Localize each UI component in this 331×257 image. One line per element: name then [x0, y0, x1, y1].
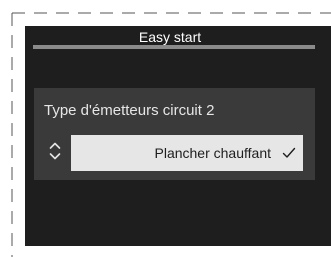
title-underline — [33, 45, 315, 49]
setting-panel: Type d'émetteurs circuit 2 Plancher chau… — [34, 88, 315, 180]
setting-label: Type d'émetteurs circuit 2 — [44, 102, 215, 119]
up-down-arrows-icon[interactable] — [49, 141, 61, 161]
screen-title: Easy start — [138, 29, 202, 45]
value-selector[interactable]: Plancher chauffant — [71, 135, 303, 171]
device-screen: Easy start Type d'émetteurs circuit 2 Pl… — [25, 26, 331, 246]
selected-value: Plancher chauffant — [154, 145, 272, 161]
check-icon[interactable] — [282, 146, 296, 160]
